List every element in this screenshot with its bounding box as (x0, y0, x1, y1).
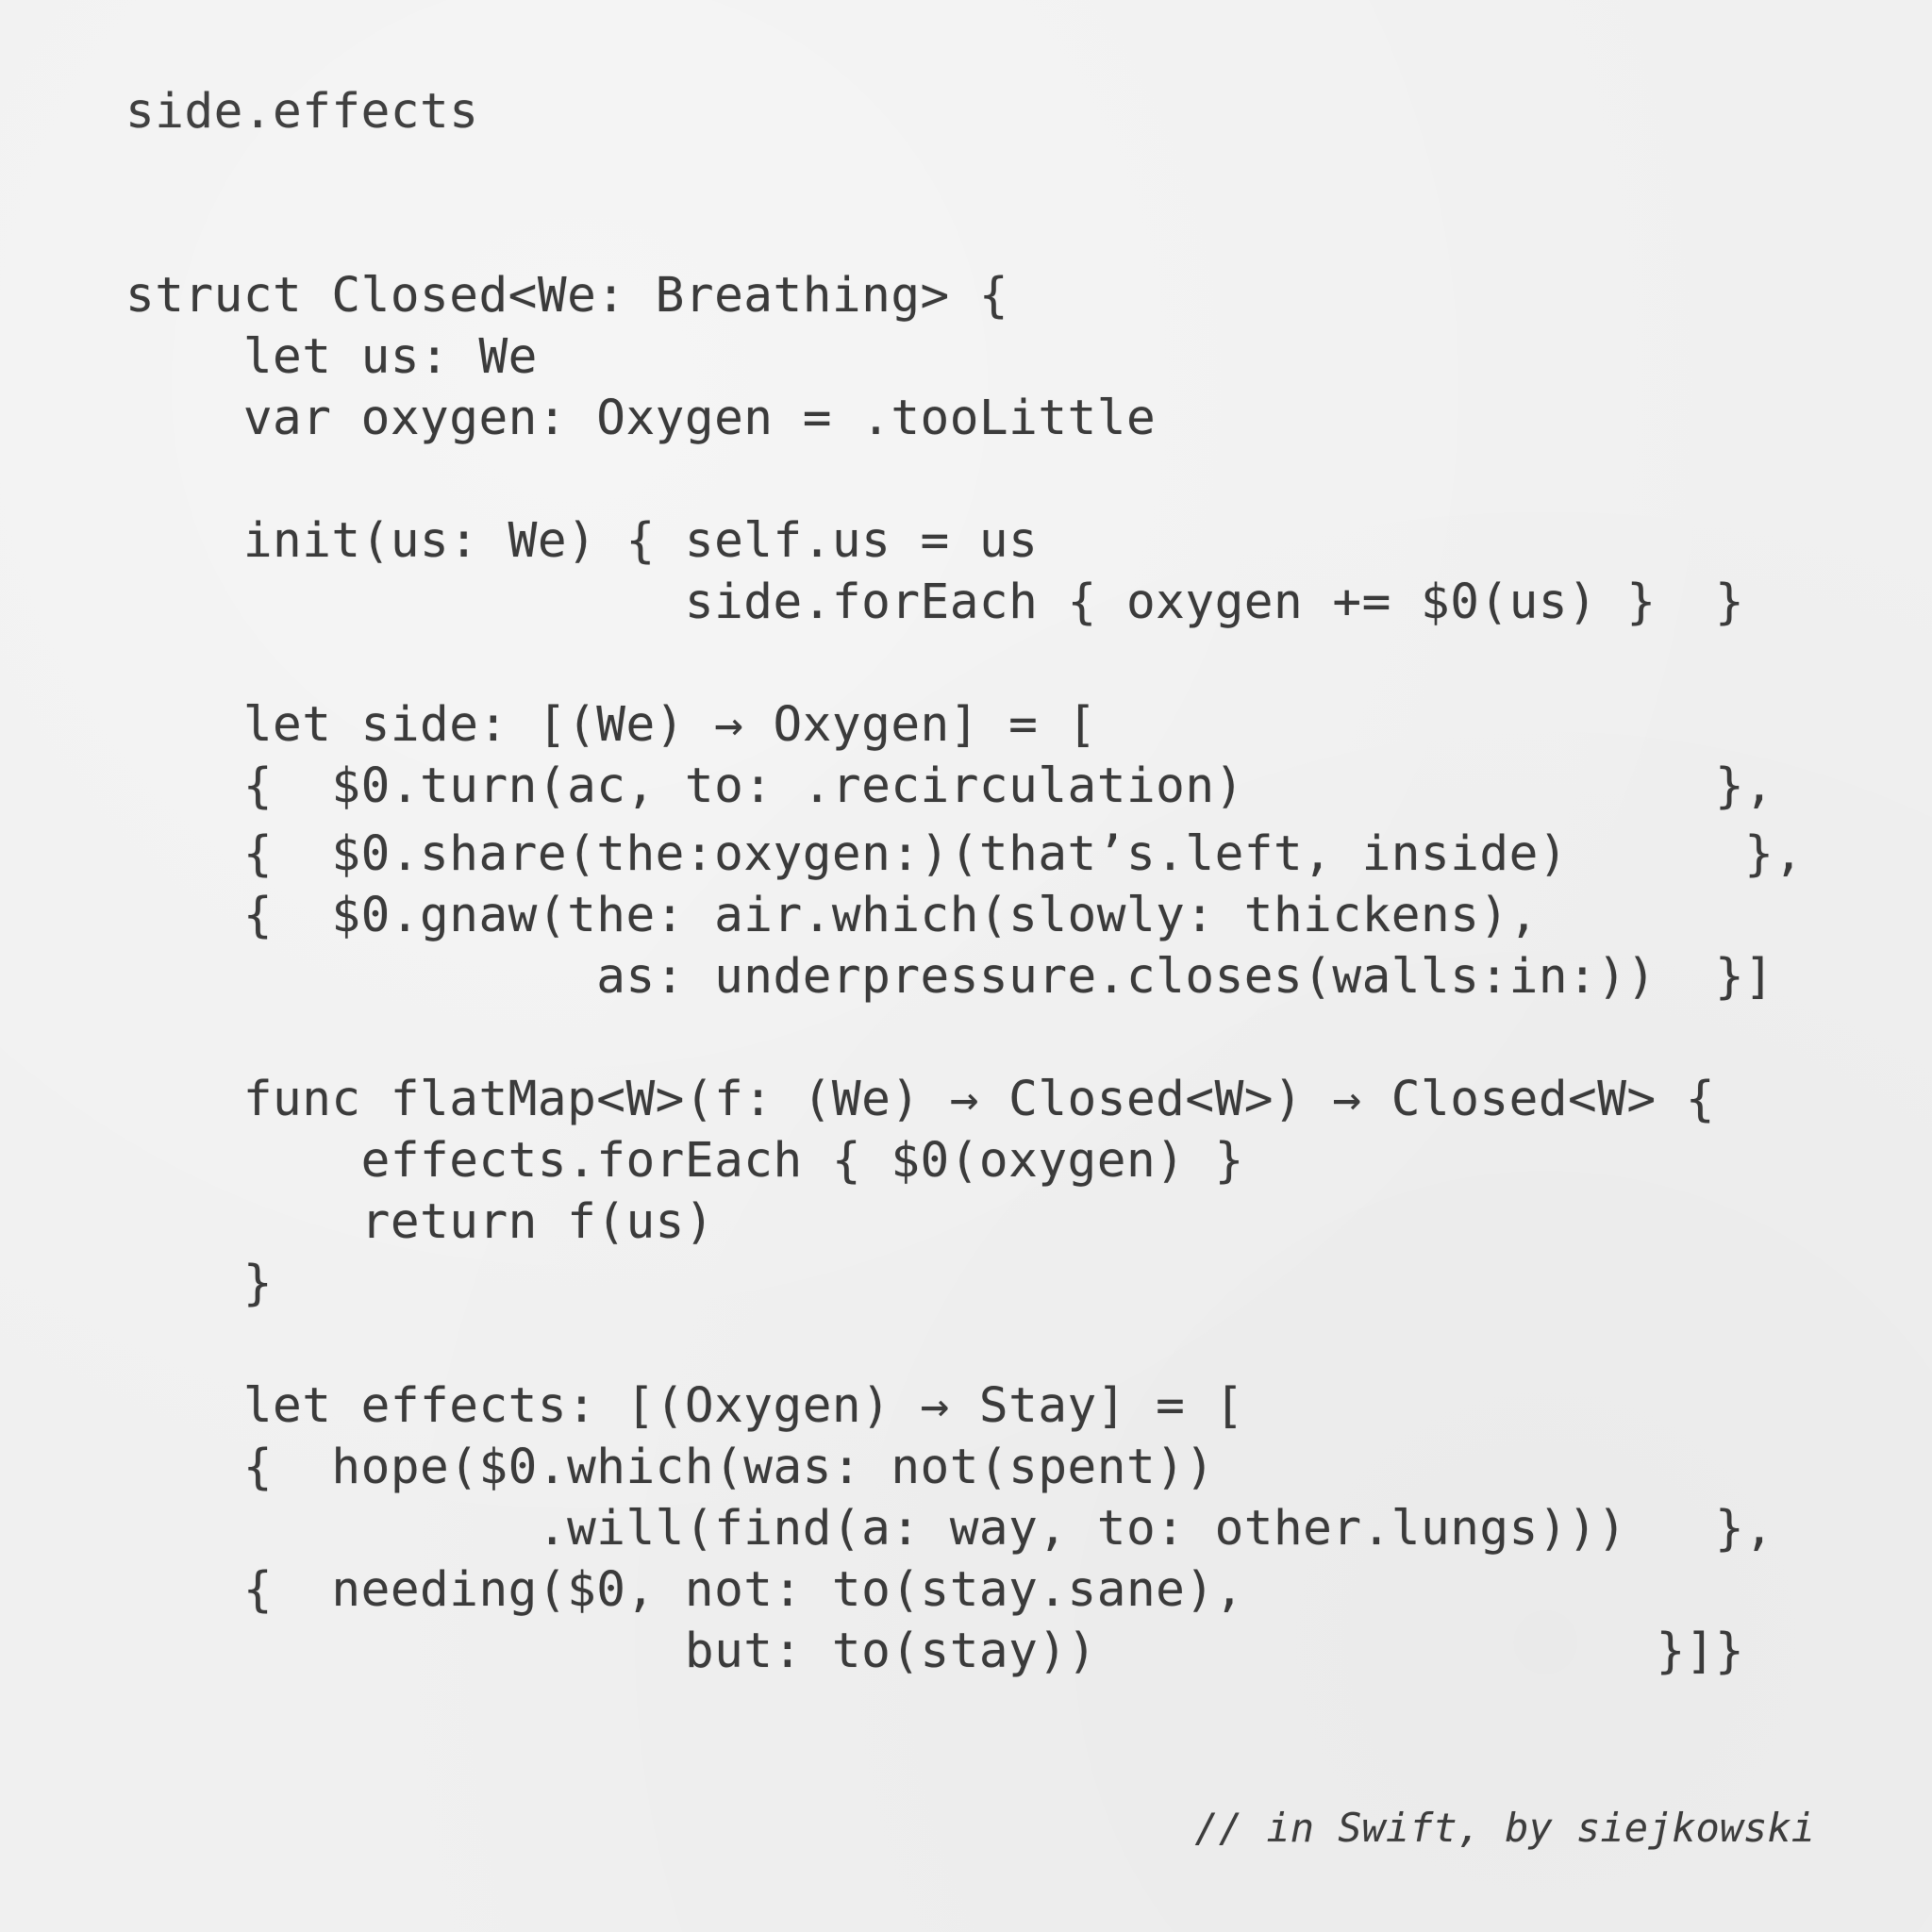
code-line: { $0.share(the:oxygen:)(that’s.left, ins… (125, 826, 1804, 882)
code-line: side.forEach { oxygen += $0(us) } } (125, 575, 1745, 630)
code-line: let effects: [(Oxygen) → Stay] = [ (125, 1378, 1244, 1434)
code-line: { needing($0, not: to(stay.sane), (125, 1562, 1244, 1618)
code-line: struct Closed<We: Breathing> { (125, 268, 1009, 324)
code-line: let side: [(We) → Oxygen] = [ (125, 697, 1097, 753)
code-line: as: underpressure.closes(walls:in:)) }] (125, 949, 1774, 1005)
code-line: .will(find(a: way, to: other.lungs))) }, (125, 1501, 1774, 1557)
code-line: { $0.turn(ac, to: .recirculation) }, (125, 758, 1774, 814)
code-line: but: to(stay)) }]} (125, 1624, 1745, 1679)
code-line: } (125, 1256, 274, 1311)
poem-title: side.effects (125, 84, 479, 140)
code-line: init(us: We) { self.us = us (125, 513, 1039, 569)
code-line: { $0.gnaw(the: air.which(slowly: thicken… (125, 888, 1539, 943)
code-line: { hope($0.which(was: not(spent)) (125, 1440, 1215, 1495)
code-line: func flatMap<W>(f: (We) → Closed<W>) → C… (125, 1072, 1716, 1127)
signature: // in Swift, by siejkowski (1194, 1805, 1815, 1851)
code-line: let us: We (125, 329, 538, 385)
poem-page: side.effects struct Closed<We: Breathing… (0, 0, 1932, 1932)
code-line: effects.forEach { $0(oxygen) } (125, 1133, 1244, 1189)
code-line: return f(us) (125, 1194, 715, 1250)
code-line: var oxygen: Oxygen = .tooLittle (125, 391, 1157, 446)
